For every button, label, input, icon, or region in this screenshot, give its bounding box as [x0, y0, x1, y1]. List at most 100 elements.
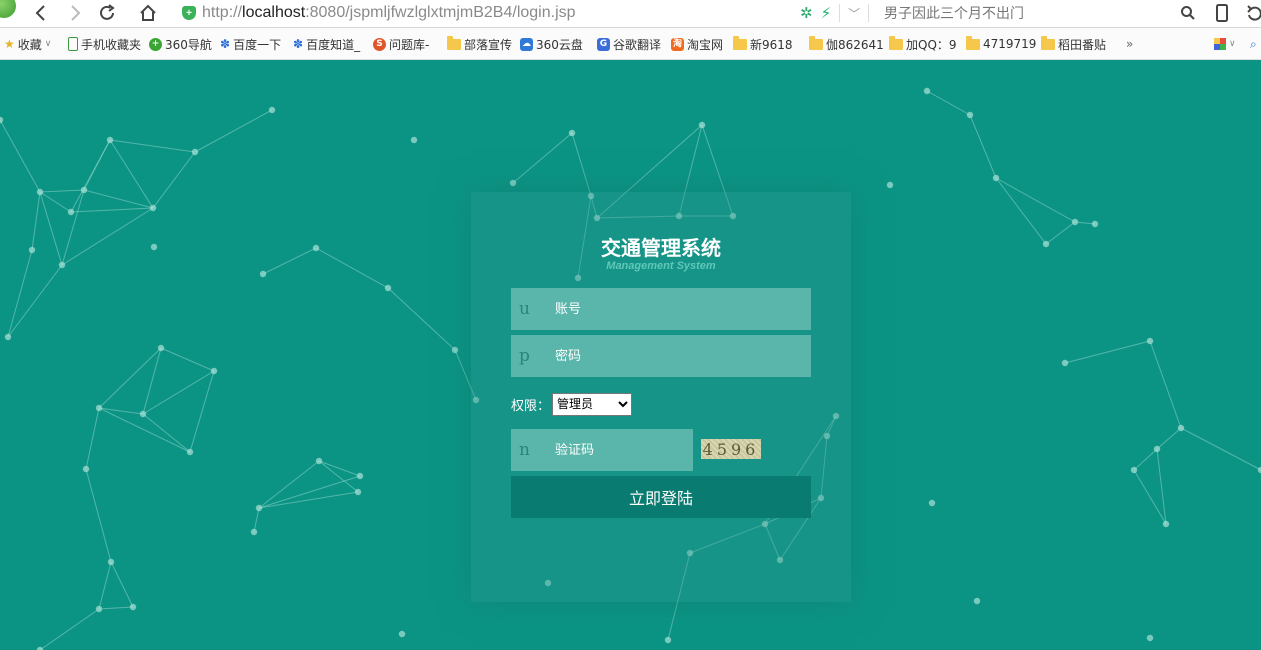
bookmark-label: 360导航	[165, 37, 212, 52]
network-dot	[664, 636, 672, 644]
role-select[interactable]: 管理员	[552, 392, 633, 416]
role-row: 权限： 管理员	[511, 392, 633, 416]
apps-grid-icon[interactable]: ∨	[1214, 35, 1236, 53]
captcha-image[interactable]: 4596	[701, 439, 761, 459]
network-line	[258, 460, 320, 509]
folder-icon	[889, 35, 903, 50]
username-input[interactable]	[553, 300, 797, 318]
bookmark-folder[interactable]: 4719719	[966, 35, 1036, 53]
network-dot	[973, 597, 981, 605]
address-bar[interactable]: + http:// localhost :8080/jspmljfwzlglxt…	[170, 0, 870, 26]
network-dot	[1177, 424, 1185, 432]
password-input[interactable]	[553, 347, 797, 365]
network-line	[512, 132, 573, 184]
network-dot	[568, 129, 576, 137]
network-dot	[1071, 218, 1079, 226]
bookmark-folder[interactable]: 伽862641	[809, 35, 884, 53]
bookmark-folder[interactable]: 部落宣传	[447, 35, 512, 53]
network-dot	[139, 410, 147, 418]
bookmark-folder[interactable]: 稻田番贴	[1041, 35, 1106, 53]
username-field[interactable]: u	[511, 288, 811, 330]
network-line	[318, 460, 361, 477]
bookmark-item[interactable]: 手机收藏夹	[68, 35, 141, 53]
network-line	[39, 189, 85, 193]
network-line	[70, 207, 154, 213]
network-line	[160, 347, 215, 372]
browser-toolbar: + http:// localhost :8080/jspmljfwzlglxt…	[0, 0, 1261, 28]
url-host: localhost	[242, 4, 306, 21]
captcha-field[interactable]: n	[511, 429, 693, 471]
bookmark-label: 稻田番贴	[1058, 37, 1107, 52]
network-dot	[1162, 520, 1170, 528]
network-line	[1156, 448, 1167, 525]
network-dot	[210, 367, 218, 375]
network-dot	[82, 465, 90, 473]
bookmark-folder[interactable]: 新9618	[733, 35, 793, 53]
bookmark-folder[interactable]: 加QQ：9	[889, 35, 957, 53]
network-line	[995, 177, 1047, 245]
network-line	[39, 608, 100, 650]
search-icon[interactable]: ⌕	[1250, 35, 1257, 53]
bookmark-item[interactable]: S 问题库-	[373, 35, 429, 53]
bookmark-favorites[interactable]: ★ 收藏 ∨	[4, 35, 51, 53]
folder-icon	[447, 35, 461, 50]
folder-icon	[809, 35, 823, 50]
bookmark-label: 百度知道_	[306, 37, 361, 52]
forward-icon[interactable]	[64, 2, 86, 24]
bookmark-item[interactable]: ✽ 百度一下	[220, 35, 281, 53]
undo-icon[interactable]	[1243, 2, 1261, 24]
password-field[interactable]: p	[511, 335, 811, 377]
bookmark-label: 收藏	[17, 37, 42, 52]
network-dot	[886, 181, 894, 189]
divider	[839, 4, 841, 22]
network-line	[258, 475, 361, 509]
network-dot	[4, 333, 12, 341]
home-icon[interactable]	[137, 2, 159, 24]
bookmark-item[interactable]: G 谷歌翻译	[597, 35, 661, 53]
lightning-icon[interactable]: ⚡	[821, 4, 832, 22]
secure-shield-icon: +	[182, 6, 196, 20]
network-dot	[129, 603, 137, 611]
network-dot	[268, 106, 276, 114]
search-input[interactable]: 男子因此三个月不出门	[884, 0, 1184, 26]
browser-logo-icon	[0, 0, 16, 18]
network-dot	[1130, 466, 1138, 474]
extension-icon[interactable]: ✲	[800, 4, 813, 22]
chevron-down-icon[interactable]: ﹀	[848, 5, 860, 22]
network-line	[98, 606, 134, 610]
page-title: 交通管理系统	[601, 236, 721, 260]
login-button[interactable]: 立即登陆	[511, 476, 811, 518]
chevron-down-icon: ∨	[1229, 39, 1236, 49]
folder-icon	[733, 35, 747, 50]
bookmark-item[interactable]: ✽ 百度知道_	[293, 35, 360, 53]
mobile-icon[interactable]	[1211, 2, 1233, 24]
bookmark-item[interactable]: + 360导航	[149, 35, 212, 53]
network-dot	[315, 457, 323, 465]
bookmark-item[interactable]: ☁ 360云盘	[520, 35, 583, 53]
network-line	[110, 561, 134, 608]
network-line	[1064, 340, 1151, 364]
network-line	[571, 132, 592, 197]
network-line	[85, 407, 100, 470]
network-line	[7, 264, 63, 338]
url-path: :8080/jspmljfwzlglxtmjmB2B4/login.jsp	[305, 4, 576, 21]
network-line	[98, 561, 112, 610]
network-dot	[36, 188, 44, 196]
bookmarks-more-button[interactable]: »	[1126, 35, 1133, 53]
captcha-input[interactable]	[553, 441, 687, 459]
network-dot	[95, 605, 103, 613]
reload-icon[interactable]	[96, 2, 118, 24]
bookmark-label: 伽862641	[826, 37, 884, 52]
network-dot	[354, 488, 362, 496]
network-line	[1156, 427, 1182, 450]
network-line	[995, 177, 1076, 223]
network-dot	[509, 179, 517, 187]
search-icon[interactable]	[1177, 2, 1199, 24]
network-dot	[410, 136, 418, 144]
network-dot	[923, 87, 931, 95]
bookmark-item[interactable]: 淘 淘宝网	[671, 35, 723, 53]
network-line	[85, 468, 112, 563]
url-prefix: http://	[202, 4, 243, 21]
network-dot	[186, 448, 194, 456]
back-icon[interactable]	[30, 2, 52, 24]
